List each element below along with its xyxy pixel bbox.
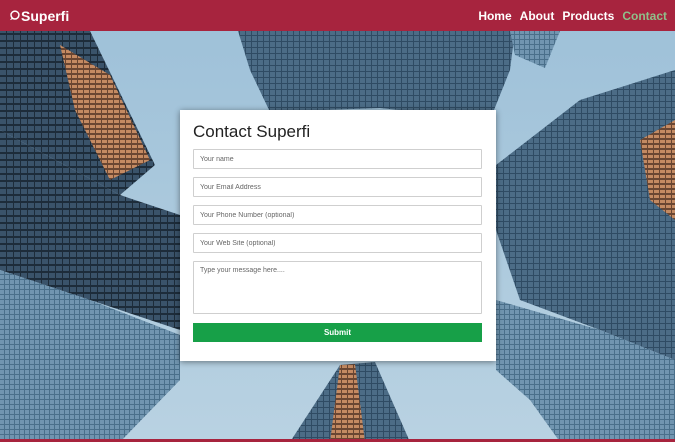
- nav-link-about[interactable]: About: [520, 9, 555, 23]
- contact-form-card: Contact Superfi Submit: [180, 110, 496, 361]
- brand-logo[interactable]: Superfi: [9, 8, 69, 24]
- website-input[interactable]: [193, 233, 482, 253]
- nav-link-products[interactable]: Products: [562, 9, 614, 23]
- nav-link-home[interactable]: Home: [478, 9, 511, 23]
- phone-input[interactable]: [193, 205, 482, 225]
- message-textarea[interactable]: [193, 261, 482, 314]
- contact-form-title: Contact Superfi: [193, 122, 311, 141]
- chat-bubble-icon: [9, 10, 20, 21]
- email-input[interactable]: [193, 177, 482, 197]
- main-nav: Home About Products Contact: [470, 9, 667, 23]
- submit-button[interactable]: Submit: [193, 323, 482, 342]
- brand-name: Superfi: [21, 7, 70, 24]
- name-input[interactable]: [193, 149, 482, 169]
- nav-link-contact[interactable]: Contact: [622, 9, 667, 23]
- top-navbar: Superfi Home About Products Contact: [0, 0, 675, 31]
